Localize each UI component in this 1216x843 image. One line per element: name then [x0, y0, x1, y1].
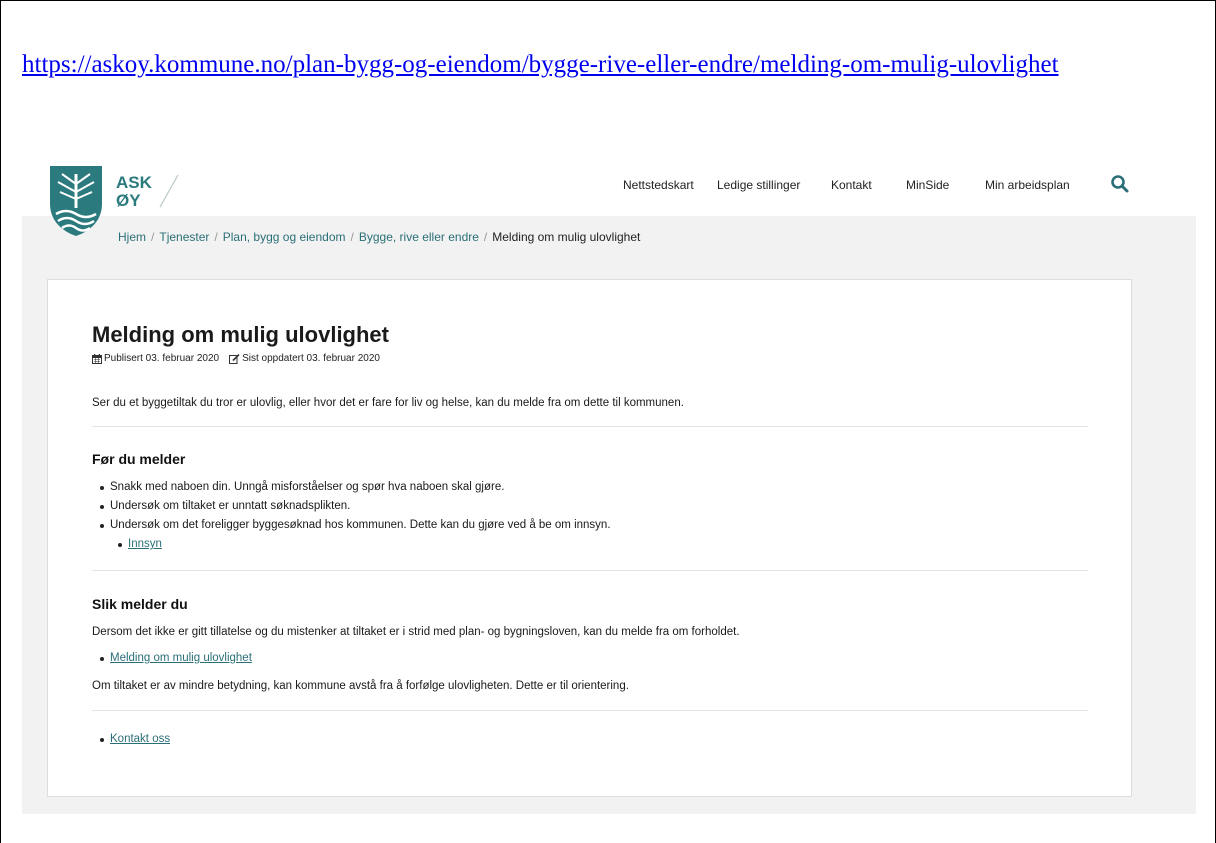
page-title: Melding om mulig ulovlighet — [92, 322, 389, 347]
edit-icon — [229, 353, 240, 364]
website-screenshot: ASK ØY Nettstedskart Ledige stillinger K… — [22, 152, 1196, 814]
intro-text: Ser du et byggetiltak du tror er ulovlig… — [92, 397, 684, 409]
calendar-icon — [92, 353, 102, 364]
divider — [92, 426, 1088, 427]
section-heading-before-reporting: Før du melder — [92, 451, 186, 467]
breadcrumb-separator: / — [214, 230, 218, 244]
logo-wordmark: ASK ØY — [116, 173, 179, 209]
list-item: Undersøk om tiltaket er unntatt søknadsp… — [100, 497, 611, 516]
minor-significance-text: Om tiltaket er av mindre betydning, kan … — [92, 680, 629, 692]
breadcrumb-plan-build-property[interactable]: Plan, bygg og eiendom — [223, 230, 346, 244]
nav-contact[interactable]: Kontakt — [831, 178, 872, 192]
search-icon[interactable] — [1110, 174, 1130, 194]
article-meta: Publisert 03. februar 2020 Sist oppdater… — [92, 353, 380, 364]
before-reporting-list: Snakk med naboen din. Unngå misforståels… — [100, 478, 611, 554]
breadcrumb-separator: / — [151, 230, 155, 244]
breadcrumb-separator: / — [483, 230, 488, 244]
list-item: Melding om mulig ulovlighet — [100, 649, 252, 668]
nav-sitemap[interactable]: Nettstedskart — [623, 178, 694, 192]
contact-us-link[interactable]: Kontakt oss — [110, 733, 170, 745]
nav-work-plan[interactable]: Min arbeidsplan — [985, 178, 1070, 192]
article-card: Melding om mulig ulovlighet Publisert 03… — [47, 279, 1132, 797]
nav-minside[interactable]: MinSide — [906, 178, 949, 192]
list-item: Snakk med naboen din. Unngå misforståels… — [100, 478, 611, 497]
breadcrumb-separator: / — [350, 230, 354, 244]
breadcrumb-build-demolish-change[interactable]: Bygge, rive eller endre — [359, 230, 479, 244]
breadcrumb-bar: Hjem / Tjenester / Plan, bygg og eiendom / Byg… — [22, 216, 1196, 261]
innsyn-link[interactable]: Innsyn — [128, 538, 162, 550]
breadcrumb-home[interactable]: Hjem — [118, 230, 146, 244]
section-heading-how-to-report: Slik melder du — [92, 596, 188, 612]
updated-date: Sist oppdatert 03. februar 2020 — [242, 353, 380, 364]
divider — [92, 710, 1088, 711]
breadcrumb-current: Melding om mulig ulovlighet — [492, 230, 641, 244]
document-url-link[interactable]: https://askoy.kommune.no/plan-bygg-og-ei… — [22, 49, 1182, 81]
published-date: Publisert 03. februar 2020 — [104, 353, 220, 364]
breadcrumb: Hjem / Tjenester / Plan, bygg og eiendom / Byg… — [118, 230, 640, 244]
logo-text-ask: ASK — [116, 173, 153, 192]
report-link-list: Melding om mulig ulovlighet — [100, 649, 252, 668]
logo-text-oy: ØY — [116, 191, 141, 209]
contact-list: Kontakt oss — [100, 730, 170, 749]
divider — [92, 570, 1088, 571]
how-to-report-text: Dersom det ikke er gitt tillatelse og du… — [92, 626, 740, 638]
site-header: ASK ØY Nettstedskart Ledige stillinger K… — [22, 152, 1196, 236]
list-item: Undersøk om det foreligger byggesøknad h… — [100, 516, 611, 535]
breadcrumb-services[interactable]: Tjenester — [159, 230, 209, 244]
list-item-innsyn: Innsyn — [100, 535, 611, 554]
report-violation-link[interactable]: Melding om mulig ulovlighet — [110, 652, 252, 664]
list-item: Kontakt oss — [100, 730, 170, 749]
nav-vacancies[interactable]: Ledige stillinger — [717, 178, 800, 192]
